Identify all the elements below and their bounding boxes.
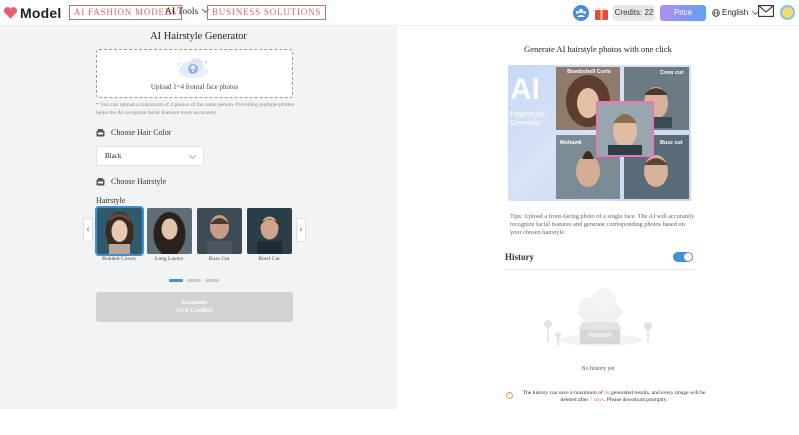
hairstyle-option-braided-crown[interactable] [95, 206, 144, 256]
upload-instructions: Upload 1~4 frontal face photos [150, 83, 239, 91]
hairstyle-preview-image [197, 208, 242, 254]
preview-title: Generate AI hairstyle photos with one cl… [524, 44, 672, 54]
generate-button[interactable]: Generate (5+8 Credits) [96, 292, 293, 322]
price-button[interactable]: Price [660, 5, 706, 21]
example-collage-image: AI Hairstyle Generator Bombshell Curls C… [508, 65, 691, 201]
nav-business-solutions[interactable]: BUSINESS SOLUTIONS [207, 5, 327, 20]
gift-icon[interactable] [595, 6, 608, 20]
hairstyle-label: Braided Crown [102, 256, 136, 262]
logo[interactable]: Model [3, 4, 61, 22]
cloud-upload-icon [178, 58, 208, 78]
heart-logo-icon [3, 7, 18, 19]
page-title: AI Hairstyle Generator [150, 31, 247, 42]
palette-icon [96, 128, 105, 136]
carousel-prev-button[interactable]: ‹ [83, 218, 93, 242]
collage-mohawk-label: Mohawk [560, 140, 582, 146]
generate-credits: (5+8 Credits) [176, 307, 213, 314]
warning-retention-days: 7 days [589, 397, 605, 403]
hairstyle-icon [96, 177, 105, 185]
hairstyle-preview-image [147, 208, 192, 254]
carousel-dot-2[interactable] [187, 279, 201, 282]
generator-panel: AI Hairstyle Generator Upload 1~4 fronta… [0, 26, 397, 409]
generate-label: Generate [181, 299, 208, 306]
collage-generator-text: Generator [510, 120, 542, 127]
hairstyle-heading: Choose Hairstyle [96, 177, 166, 186]
collage-buzz-cut-label: Buzz cut [660, 140, 683, 146]
carousel-dot-1[interactable] [169, 279, 183, 282]
logo-text: Model [20, 5, 62, 21]
carousel-next-button[interactable]: › [296, 218, 306, 242]
upload-dropzone[interactable]: Upload 1~4 frontal face photos [96, 49, 293, 98]
hairstyle-preview-image [97, 208, 142, 254]
nav-ai-tools[interactable]: AI Tools [165, 5, 210, 20]
preview-history-panel: Generate AI hairstyle photos with one cl… [397, 26, 799, 409]
hairstyle-option-bowl-cut[interactable] [247, 208, 292, 254]
history-toggle[interactable] [673, 252, 693, 262]
hairstyle-label: Buzz Cut [208, 256, 230, 262]
hair-color-heading: Choose Hair Color [96, 128, 171, 137]
upload-tips: Tips: Upload a front-facing photo of a s… [510, 213, 695, 236]
warning-text-pre: The history can save a maximum of [522, 390, 605, 396]
mail-icon[interactable] [758, 5, 774, 17]
upload-note: * You can upload a maximum of 4 photos o… [96, 102, 295, 116]
nav-ai-tools-label: AI Tools [165, 7, 199, 17]
globe-icon [712, 9, 720, 17]
hair-color-select[interactable]: Black [96, 146, 204, 166]
avatar[interactable] [780, 5, 795, 20]
top-navigation-bar: Model AI FASHION MODELS AI Tools BUSINES… [0, 0, 799, 26]
history-divider [505, 269, 695, 270]
language-selector[interactable]: English [712, 5, 760, 21]
history-retention-warning: The history can save a maximum of 60 gen… [514, 390, 714, 404]
hair-color-value: Black [105, 152, 122, 160]
warning-text-post: . Please download promptly. [604, 397, 668, 403]
collage-hairstyle-text: Hairstyle [510, 109, 546, 119]
hairstyle-preview-image [247, 208, 292, 254]
hair-color-heading-label: Choose Hair Color [111, 128, 172, 137]
hairstyle-label: Long Layers [155, 256, 183, 262]
community-icon[interactable] [573, 5, 589, 21]
hairstyle-label: Bowl Cut [258, 256, 280, 262]
hairstyle-heading-label: Choose Hairstyle [111, 177, 167, 186]
credits-badge: Credits: 22 [613, 5, 655, 21]
history-title: History [505, 252, 534, 262]
carousel-dot-3[interactable] [205, 279, 219, 282]
collage-bombshell-curls-label: Bombshell Curls [567, 69, 611, 75]
footer-strip [0, 409, 799, 435]
hairstyle-option-long-layers[interactable] [147, 208, 192, 254]
no-history-text: No history yet [581, 366, 615, 372]
hairstyle-tab[interactable]: Hairstyle [96, 196, 125, 205]
collage-ai-text: AI [510, 73, 540, 106]
collage-crew-cut-label: Crew cut [660, 70, 684, 76]
empty-history-illustration [544, 288, 652, 346]
hairstyle-option-buzz-cut[interactable] [197, 208, 242, 254]
warning-icon: ! [506, 392, 513, 399]
chevron-down-icon [188, 151, 197, 160]
language-label: English [722, 8, 749, 17]
